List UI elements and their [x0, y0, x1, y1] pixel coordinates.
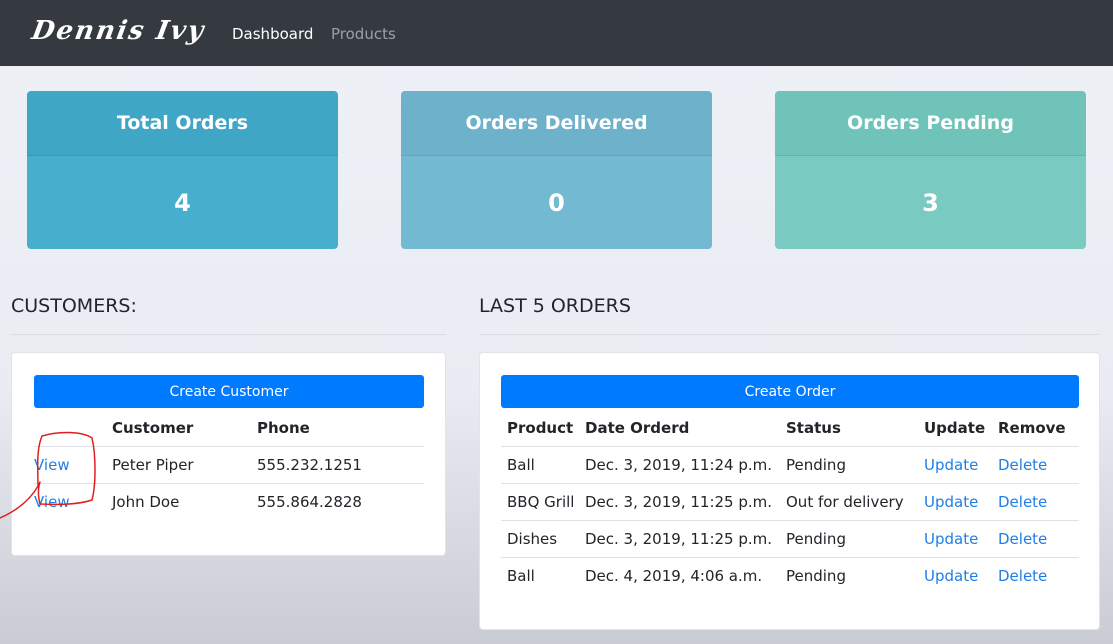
customer-name: Peter Piper	[112, 445, 257, 483]
stat-value: 0	[401, 156, 712, 249]
order-date: Dec. 3, 2019, 11:25 p.m.	[585, 519, 786, 557]
stat-value: 4	[27, 156, 338, 249]
table-row: Ball Dec. 4, 2019, 4:06 a.m. Pending Upd…	[501, 556, 1079, 594]
total-orders-card: Total Orders 4	[27, 91, 338, 249]
update-order-link[interactable]: Update	[924, 567, 978, 585]
stat-title: Orders Delivered	[401, 91, 712, 156]
column-header	[34, 410, 112, 446]
brand-logo[interactable]: Dennis Ivy	[29, 16, 207, 46]
column-header: Remove	[998, 418, 1066, 437]
order-date: Dec. 4, 2019, 4:06 a.m.	[585, 556, 786, 594]
stat-value: 3	[775, 156, 1086, 249]
table-row: View John Doe 555.864.2828	[34, 482, 424, 520]
divider	[479, 334, 1100, 335]
delete-order-link[interactable]: Delete	[998, 493, 1047, 511]
view-customer-link[interactable]: View	[34, 493, 70, 511]
view-customer-link[interactable]: View	[34, 456, 70, 474]
table-row: BBQ Grill Dec. 3, 2019, 11:25 p.m. Out f…	[501, 482, 1079, 520]
table-row: Dishes Dec. 3, 2019, 11:25 p.m. Pending …	[501, 519, 1079, 557]
column-header: Customer	[112, 418, 194, 437]
nav-link-products[interactable]: Products	[331, 25, 396, 43]
delete-order-link[interactable]: Delete	[998, 456, 1047, 474]
update-order-link[interactable]: Update	[924, 456, 978, 474]
order-status: Pending	[786, 445, 924, 483]
table-row: Ball Dec. 3, 2019, 11:24 p.m. Pending Up…	[501, 445, 1079, 483]
order-product: Dishes	[501, 519, 585, 557]
order-product: Ball	[501, 445, 585, 483]
column-header: Product	[507, 418, 574, 437]
delete-order-link[interactable]: Delete	[998, 530, 1047, 548]
orders-panel: Create Order Product Date Orderd Status …	[479, 352, 1100, 630]
column-header: Update	[924, 418, 986, 437]
customer-phone: 555.864.2828	[257, 482, 424, 520]
table-row: View Peter Piper 555.232.1251	[34, 445, 424, 483]
orders-section-title: LAST 5 ORDERS	[479, 295, 631, 317]
order-status: Pending	[786, 556, 924, 594]
customer-name: John Doe	[112, 482, 257, 520]
order-date: Dec. 3, 2019, 11:24 p.m.	[585, 445, 786, 483]
order-status: Pending	[786, 519, 924, 557]
orders-pending-card: Orders Pending 3	[775, 91, 1086, 249]
stat-title: Total Orders	[27, 91, 338, 156]
orders-delivered-card: Orders Delivered 0	[401, 91, 712, 249]
create-order-button[interactable]: Create Order	[501, 375, 1079, 408]
stat-title: Orders Pending	[775, 91, 1086, 156]
customers-table: Customer Phone View Peter Piper 555.232.…	[34, 410, 424, 520]
top-navbar: Dennis Ivy Dashboard Products	[0, 0, 1113, 66]
table-header-row: Customer Phone	[34, 410, 424, 446]
column-header: Phone	[257, 418, 310, 437]
create-customer-button[interactable]: Create Customer	[34, 375, 424, 408]
delete-order-link[interactable]: Delete	[998, 567, 1047, 585]
customers-panel: Create Customer Customer Phone View Pete…	[11, 352, 446, 556]
order-status: Out for delivery	[786, 482, 924, 520]
order-product: Ball	[501, 556, 585, 594]
customer-phone: 555.232.1251	[257, 445, 424, 483]
divider	[11, 334, 446, 335]
orders-table: Product Date Orderd Status Update Remove…	[501, 410, 1079, 594]
order-product: BBQ Grill	[501, 482, 585, 520]
table-header-row: Product Date Orderd Status Update Remove	[501, 410, 1079, 446]
update-order-link[interactable]: Update	[924, 493, 978, 511]
update-order-link[interactable]: Update	[924, 530, 978, 548]
column-header: Date Orderd	[585, 418, 690, 437]
nav-link-dashboard[interactable]: Dashboard	[232, 25, 313, 43]
customers-section-title: CUSTOMERS:	[11, 295, 137, 317]
column-header: Status	[786, 418, 841, 437]
order-date: Dec. 3, 2019, 11:25 p.m.	[585, 482, 786, 520]
